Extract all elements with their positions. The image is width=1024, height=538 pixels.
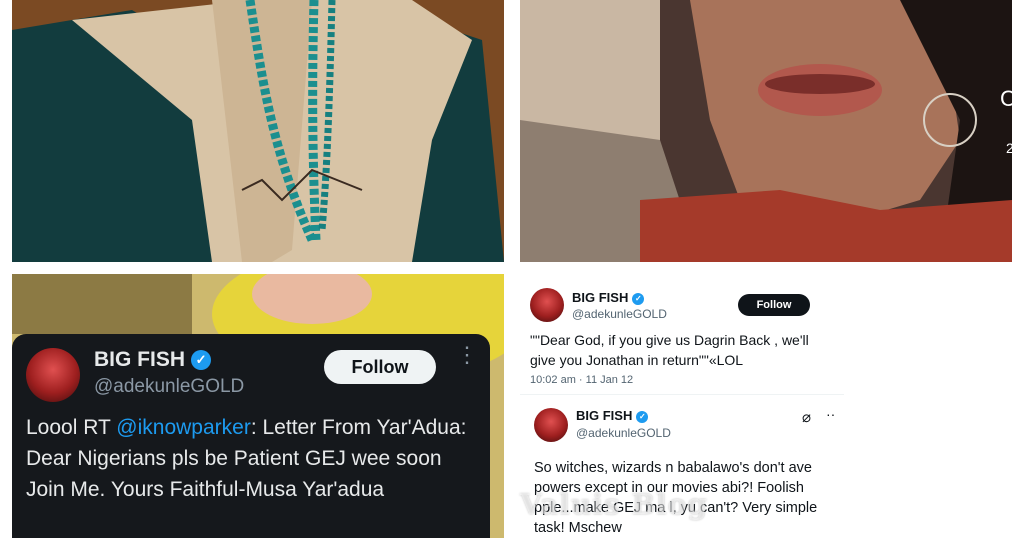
tweet-author-name[interactable]: BIG FISH ✓ <box>576 408 649 423</box>
tweet-author-name[interactable]: BIG FISH ✓ <box>572 290 645 305</box>
follow-button[interactable]: Follow <box>738 294 810 316</box>
follow-button[interactable]: Follow <box>324 350 436 384</box>
tweet-text: Loool RT @iknowparker: Letter From Yar'A… <box>26 412 476 505</box>
more-options-icon[interactable]: ⋮ <box>456 344 478 366</box>
tweet-author-handle[interactable]: @adekunleGOLD <box>572 307 667 321</box>
more-options-icon[interactable]: ·· <box>826 406 835 422</box>
tweet-card: BIG FISH ✓ @adekunleGOLD Follow ""Dear Go… <box>520 274 844 394</box>
divider <box>520 394 844 395</box>
avatar[interactable] <box>26 348 80 402</box>
mute-icon[interactable]: ⌀ <box>802 408 811 426</box>
verified-badge-icon: ✓ <box>632 292 645 305</box>
tweet-author-name[interactable]: BIG FISH ✓ <box>94 348 212 372</box>
photo-outfit <box>12 0 504 262</box>
author-name-text: BIG FISH <box>572 290 629 305</box>
tweet-author-handle[interactable]: @adekunleGOLD <box>576 426 671 440</box>
verified-badge-icon: ✓ <box>191 350 212 371</box>
tweet-text: ""Dear God, if you give us Dagrin Back ,… <box>530 332 809 368</box>
tweet-screenshot-dark: BIG FISH ✓ @adekunleGOLD Follow ⋮ Loool R… <box>12 274 504 538</box>
photo-portrait <box>520 0 1012 262</box>
author-name-text: BIG FISH <box>94 348 186 371</box>
side-ui-digit: 2 <box>1006 140 1014 156</box>
author-name-text: BIG FISH <box>576 408 633 423</box>
tweet-card: BIG FISH ✓ @adekunleGOLD Follow ⋮ Loool R… <box>12 334 490 538</box>
side-ui-glyph: C <box>1000 86 1016 111</box>
outfit-illustration <box>12 0 504 262</box>
watermark: Valuis Blog <box>520 488 708 521</box>
verified-badge-icon: ✓ <box>636 410 649 423</box>
tweet-author-handle[interactable]: @adekunleGOLD <box>94 376 244 398</box>
portrait-illustration <box>520 0 1012 262</box>
tweet-timestamp[interactable]: 10:02 am · 11 Jan 12 <box>530 374 633 386</box>
avatar[interactable] <box>534 408 568 442</box>
avatar[interactable] <box>530 288 564 322</box>
tweet-text-prefix: Loool RT <box>26 416 117 439</box>
mention-link[interactable]: @iknowparker <box>116 416 251 439</box>
